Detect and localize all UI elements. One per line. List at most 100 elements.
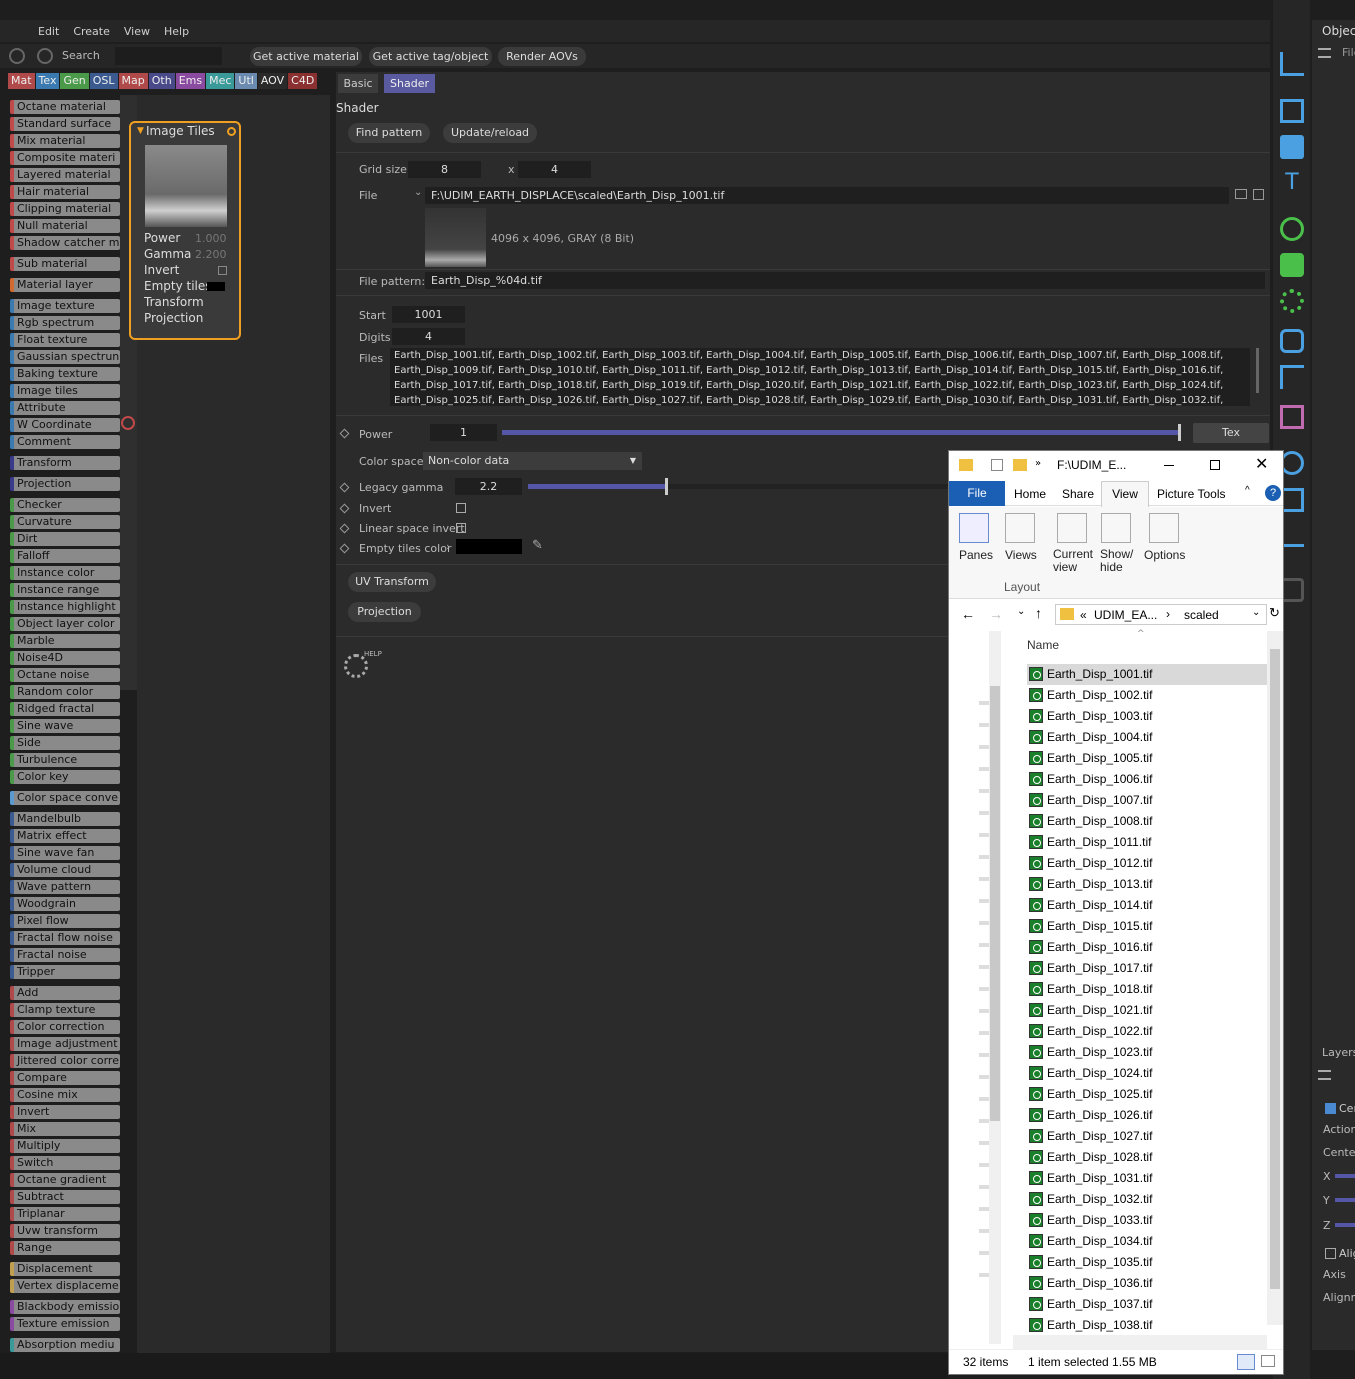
file-row[interactable]: Earth_Disp_1038.tif — [1027, 1315, 1267, 1336]
node-list-item[interactable]: Volume cloud — [10, 863, 120, 877]
details-view-icon[interactable] — [1237, 1354, 1255, 1370]
node-list-item[interactable]: Noise4D — [10, 651, 120, 665]
category-tab-c4d[interactable]: C4D — [288, 73, 318, 89]
node-list-item[interactable]: Ridged fractal — [10, 702, 120, 716]
cube-icon[interactable] — [1280, 135, 1304, 159]
node-list-item[interactable]: Clipping material — [10, 202, 120, 216]
file-row[interactable]: Earth_Disp_1027.tif — [1027, 1126, 1267, 1147]
file-row[interactable]: Earth_Disp_1011.tif — [1027, 832, 1267, 853]
large-icons-view-icon[interactable] — [1261, 1355, 1275, 1367]
node-list-item[interactable]: Rgb spectrum — [10, 316, 120, 330]
node-list-item[interactable]: Octane noise — [10, 668, 120, 682]
file-row[interactable]: Earth_Disp_1012.tif — [1027, 853, 1267, 874]
node-invert-checkbox[interactable] — [218, 266, 227, 275]
power-slider[interactable] — [502, 430, 1180, 435]
node-list-item[interactable]: Null material — [10, 219, 120, 233]
file-row[interactable]: Earth_Disp_1004.tif — [1027, 727, 1267, 748]
node-list-item[interactable]: Displacement — [10, 1262, 120, 1276]
power-slider-handle[interactable] — [1178, 424, 1181, 441]
node-list-item[interactable]: Side — [10, 736, 120, 750]
node-list-item[interactable]: Gaussian spectrun — [10, 350, 120, 364]
file-row[interactable]: Earth_Disp_1032.tif — [1027, 1189, 1267, 1210]
files-textarea[interactable]: Earth_Disp_1001.tif, Earth_Disp_1002.tif… — [390, 348, 1250, 406]
node-list-item[interactable]: Image texture — [10, 299, 120, 313]
file-row[interactable]: Earth_Disp_1018.tif — [1027, 979, 1267, 1000]
file-row[interactable]: Earth_Disp_1036.tif — [1027, 1273, 1267, 1294]
file-row[interactable]: Earth_Disp_1033.tif — [1027, 1210, 1267, 1231]
node-list-item[interactable]: Layered material — [10, 168, 120, 182]
node-list-item[interactable]: Dirt — [10, 532, 120, 546]
category-tab-utl[interactable]: Utl — [235, 73, 257, 89]
gamma-slider-handle[interactable] — [664, 478, 668, 495]
node-list-item[interactable]: Matrix effect — [10, 829, 120, 843]
file-row[interactable]: Earth_Disp_1014.tif — [1027, 895, 1267, 916]
digits-field[interactable]: 4 — [392, 328, 465, 345]
vertical-scrollbar-thumb[interactable] — [1270, 649, 1280, 1289]
tab-basic[interactable]: Basic — [338, 74, 378, 93]
node-list-item[interactable]: Add — [10, 986, 120, 1000]
invert-checkbox[interactable] — [456, 503, 466, 513]
node-list-item[interactable]: Fractal flow noise — [10, 931, 120, 945]
file-row[interactable]: Earth_Disp_1028.tif — [1027, 1147, 1267, 1168]
category-tab-aov[interactable]: AOV — [257, 73, 288, 89]
node-list-item[interactable]: Composite materi — [10, 151, 120, 165]
node-list-item[interactable]: Octane material — [10, 100, 120, 114]
node-list-item[interactable]: Sine wave fan — [10, 846, 120, 860]
generator-icon[interactable] — [1280, 405, 1304, 429]
node-list-item[interactable]: Color space conve — [10, 791, 120, 805]
node-list-item[interactable]: Wave pattern — [10, 880, 120, 894]
z-slider[interactable] — [1335, 1223, 1355, 1227]
node-list-item[interactable]: Image tiles — [10, 384, 120, 398]
node-list-item[interactable]: Checker — [10, 498, 120, 512]
node-list-item[interactable]: Invert — [10, 1105, 120, 1119]
uv-transform-button[interactable]: UV Transform — [348, 572, 436, 592]
node-list-item[interactable]: Sine wave — [10, 719, 120, 733]
node-list-item[interactable]: Vertex displaceme — [10, 1279, 120, 1293]
node-list-item[interactable]: Clamp texture — [10, 1003, 120, 1017]
layers-tab[interactable]: Layers — [1322, 1046, 1355, 1059]
category-tab-ems[interactable]: Ems — [175, 73, 206, 89]
file-row[interactable]: Earth_Disp_1008.tif — [1027, 811, 1267, 832]
node-list-item[interactable]: Mix material — [10, 134, 120, 148]
node-list-item[interactable]: Sub material — [10, 257, 120, 271]
output-port-icon[interactable] — [227, 127, 236, 136]
node-list-item[interactable]: Mandelbulb — [10, 812, 120, 826]
node-list-item[interactable]: Projection — [10, 477, 120, 491]
node-list-item[interactable]: Marble — [10, 634, 120, 648]
file-row[interactable]: Earth_Disp_1007.tif — [1027, 790, 1267, 811]
horizontal-scrollbar[interactable] — [1013, 1335, 1267, 1349]
file-row[interactable]: Earth_Disp_1035.tif — [1027, 1252, 1267, 1273]
category-tab-oth[interactable]: Oth — [148, 73, 175, 89]
linear-space-invert-checkbox[interactable] — [456, 523, 466, 533]
empty-tiles-color-swatch[interactable] — [456, 539, 522, 554]
y-slider[interactable] — [1335, 1198, 1355, 1202]
effector-icon[interactable] — [1280, 289, 1304, 313]
node-list-item[interactable]: Jittered color corre — [10, 1054, 120, 1068]
folder-icon[interactable] — [1235, 189, 1247, 199]
file-row[interactable]: Earth_Disp_1021.tif — [1027, 1000, 1267, 1021]
node-list-item[interactable]: Woodgrain — [10, 897, 120, 911]
update-reload-button[interactable]: Update/reload — [443, 123, 537, 143]
node-list-item[interactable]: Switch — [10, 1156, 120, 1170]
node-list-item[interactable]: Fractal noise — [10, 948, 120, 962]
node-list-item[interactable]: Subtract — [10, 1190, 120, 1204]
node-list-item[interactable]: Uvw transform — [10, 1224, 120, 1238]
clear-icon[interactable] — [1253, 189, 1264, 200]
eyedropper-icon[interactable]: ✎ — [532, 538, 543, 553]
node-list-item[interactable]: Mix — [10, 1122, 120, 1136]
coordinate-icon[interactable] — [1280, 52, 1304, 76]
color-space-dropdown[interactable]: Non-color data ▼ — [423, 452, 642, 470]
object-panel-title[interactable]: Object — [1322, 24, 1355, 38]
node-list-item[interactable]: W Coordinate — [10, 418, 120, 432]
category-tab-mat[interactable]: Mat — [8, 73, 35, 89]
file-row[interactable]: Earth_Disp_1023.tif — [1027, 1042, 1267, 1063]
node-list-item[interactable]: Instance range — [10, 583, 120, 597]
node-list-item[interactable]: Float texture — [10, 333, 120, 347]
menu-create[interactable]: Create — [73, 25, 110, 38]
node-list-item[interactable]: Comment — [10, 435, 120, 449]
keyframe-icon[interactable] — [339, 523, 350, 534]
keyframe-icon[interactable] — [339, 503, 350, 514]
file-row[interactable]: Earth_Disp_1016.tif — [1027, 937, 1267, 958]
hamburger-icon[interactable] — [1318, 1070, 1331, 1080]
render-aovs-button[interactable]: Render AOVs — [498, 47, 586, 66]
